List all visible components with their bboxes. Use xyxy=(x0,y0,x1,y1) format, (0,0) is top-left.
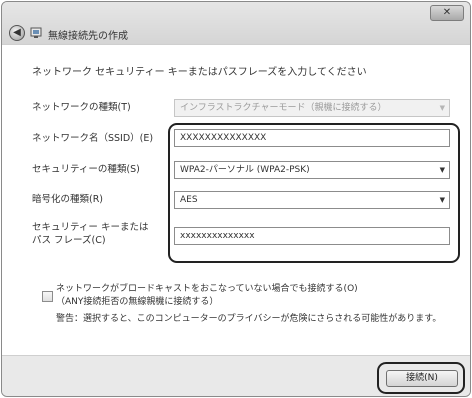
privacy-warning: 警告：選択すると、このコンピューターのプライバシーが危険にさらされる可能性があり… xyxy=(56,314,442,324)
connect-button[interactable]: 接続(N) xyxy=(386,370,458,387)
network-type-select: インフラストラクチャーモード（親機に接続する） ▼ xyxy=(174,99,450,117)
broadcast-checkbox[interactable] xyxy=(42,291,53,302)
close-button[interactable]: ✕ xyxy=(430,5,464,21)
dialog-content: ネットワーク セキュリティー キーまたはパスフレーズを入力してください ネットワ… xyxy=(2,44,470,356)
close-icon: ✕ xyxy=(442,7,452,18)
network-type-label: ネットワークの種類(T) xyxy=(32,102,131,113)
broadcast-option-text: ネットワークがブロードキャストをおこなっていない場合でも接続する(O) （ANY… xyxy=(56,284,358,307)
dialog-window: ✕ ◀ 無線接続先の作成 ネットワーク セキュリティー キーまたはパスフレーズを… xyxy=(1,1,471,397)
window-title: 無線接続先の作成 xyxy=(48,31,128,42)
instruction-text: ネットワーク セキュリティー キーまたはパスフレーズを入力してください xyxy=(32,67,367,78)
security-type-label: セキュリティーの種類(S) xyxy=(32,164,140,175)
network-icon xyxy=(30,27,42,38)
dropdown-caret-icon: ▼ xyxy=(439,104,445,112)
title-bar: ✕ ◀ 無線接続先の作成 xyxy=(2,2,470,44)
fields-highlight-frame xyxy=(168,123,460,263)
security-key-label: セキュリティー キーまたは パス フレーズ(C) xyxy=(32,222,149,246)
ssid-label: ネットワーク名（SSID）(E) xyxy=(32,133,154,144)
back-button[interactable]: ◀ xyxy=(9,25,25,41)
encryption-type-label: 暗号化の種類(R) xyxy=(32,194,104,205)
back-arrow-icon: ◀ xyxy=(13,27,21,38)
